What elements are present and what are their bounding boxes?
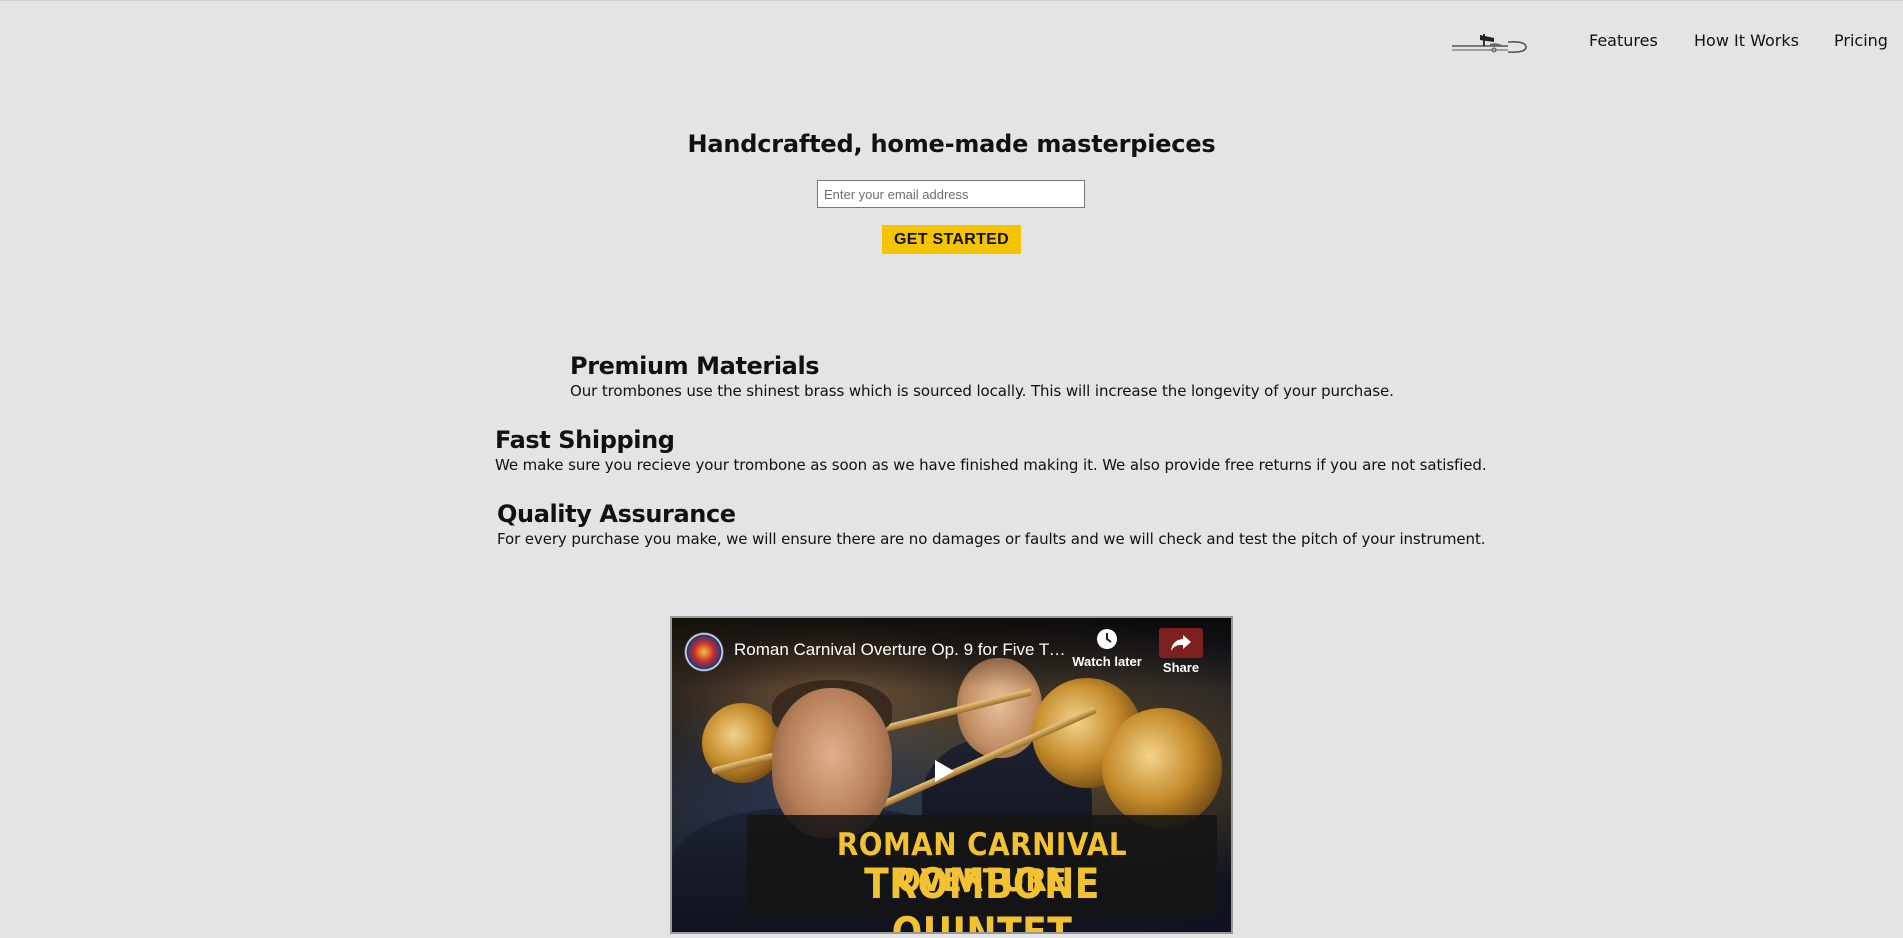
play-icon[interactable] (930, 757, 958, 785)
feature-fast-shipping: Fast Shipping We make sure you recieve y… (495, 425, 1487, 475)
watch-later-label: Watch later (1072, 654, 1142, 669)
feature-text: For every purchase you make, we will ens… (497, 530, 1486, 548)
hero-title: Handcrafted, home-made masterpieces (687, 130, 1216, 158)
feature-premium-materials: Premium Materials Our trombones use the … (570, 351, 1394, 401)
video-embed[interactable]: Roman Carnival Overture Op. 9 for Five T… (670, 616, 1233, 934)
clock-icon (1097, 629, 1117, 649)
email-input[interactable] (817, 180, 1085, 208)
trombone-icon[interactable] (1450, 28, 1528, 56)
channel-avatar[interactable] (684, 632, 724, 672)
nav-how-it-works[interactable]: How It Works (1694, 31, 1799, 50)
feature-title: Fast Shipping (495, 426, 675, 454)
feature-title: Premium Materials (570, 352, 820, 380)
feature-quality-assurance: Quality Assurance For every purchase you… (497, 499, 1486, 549)
nav-pricing[interactable]: Pricing (1834, 31, 1888, 50)
share-icon (1159, 628, 1203, 658)
feature-text: Our trombones use the shinest brass whic… (570, 382, 1394, 400)
video-thumbnail-bell (1102, 708, 1222, 828)
feature-title: Quality Assurance (497, 500, 736, 528)
share-label: Share (1162, 660, 1200, 675)
site-header: Features How It Works Pricing (0, 0, 1903, 84)
watch-later-button[interactable]: Watch later (1067, 628, 1147, 669)
nav-features[interactable]: Features (1589, 31, 1658, 50)
banner-line-2: TROMBONE QUINTET (864, 859, 1100, 934)
feature-text: We make sure you recieve your trombone a… (495, 456, 1487, 474)
video-title-banner: ROMAN CARNIVAL OVERTURE TROMBONE QUINTET (747, 815, 1217, 932)
share-button[interactable]: Share (1157, 628, 1205, 675)
get-started-button[interactable]: GET STARTED (882, 225, 1021, 254)
video-title[interactable]: Roman Carnival Overture Op. 9 for Five T… (734, 640, 1069, 660)
